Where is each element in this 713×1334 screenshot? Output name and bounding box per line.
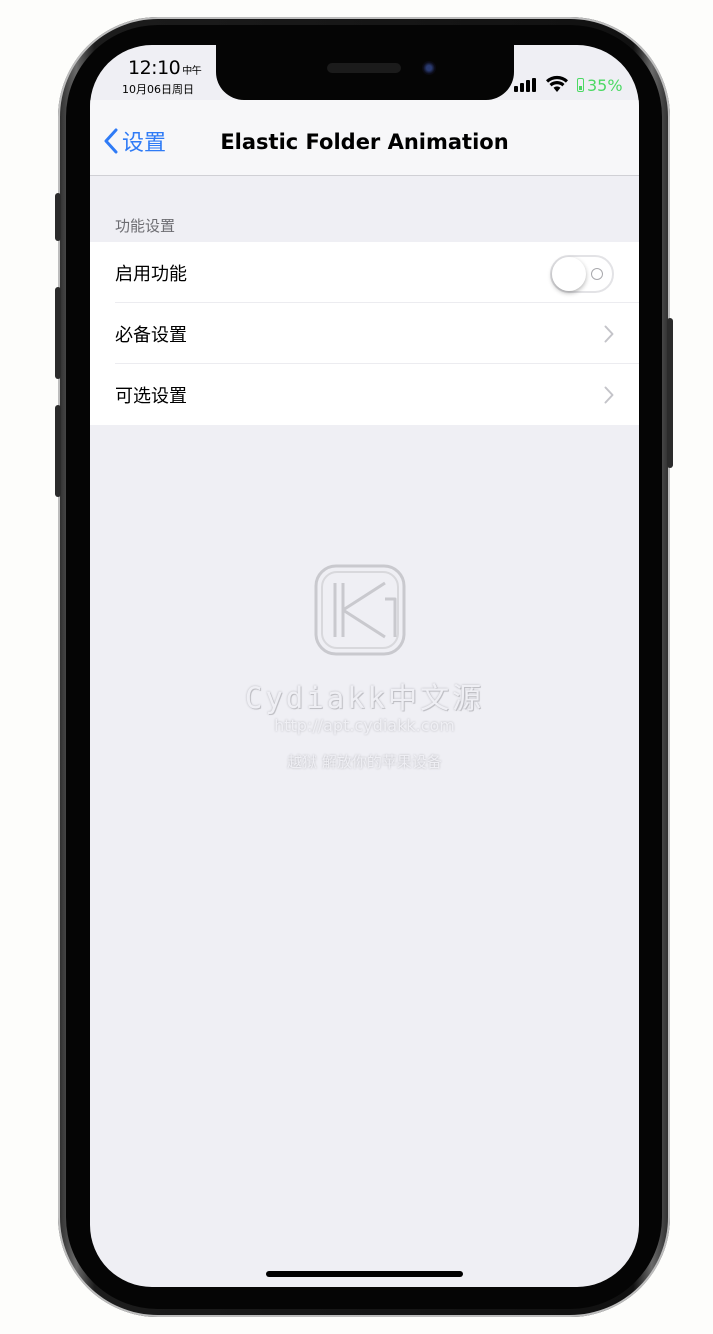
enable-feature-toggle[interactable] [550, 255, 614, 293]
section-header: 功能设置 [115, 217, 176, 235]
volume-up-button [55, 287, 61, 379]
watermark-slogan: 越狱 解放你的苹果设备 [287, 753, 442, 771]
toggle-off-indicator-icon [591, 268, 603, 280]
navigation-bar: 设置 Elastic Folder Animation [90, 100, 639, 176]
front-camera [422, 61, 436, 75]
chevron-right-icon [604, 386, 614, 404]
toggle-knob [552, 257, 586, 291]
row-label: 可选设置 [115, 385, 187, 407]
status-time: 12:10 中午 [128, 57, 202, 79]
notch [216, 45, 514, 100]
watermark-title: Cydiakk中文源 [244, 681, 485, 715]
earpiece-speaker [327, 63, 401, 73]
side-button [667, 318, 673, 468]
settings-group: 启用功能 必备设置 可选设置 [90, 242, 639, 425]
wifi-icon [546, 75, 568, 92]
row-label: 必备设置 [115, 324, 187, 346]
volume-down-button [55, 405, 61, 497]
cellular-signal-icon [514, 78, 538, 92]
battery-percentage: 35% [587, 76, 623, 95]
chevron-right-icon [604, 325, 614, 343]
battery-icon [577, 78, 584, 92]
page-title: Elastic Folder Animation [220, 130, 509, 154]
home-indicator[interactable] [266, 1271, 463, 1277]
mute-switch [55, 193, 61, 241]
optional-settings-row[interactable]: 可选设置 [90, 364, 639, 425]
status-date: 10月06日周日 [122, 83, 194, 96]
watermark-url: http://apt.cydiakk.com [274, 716, 455, 735]
required-settings-row[interactable]: 必备设置 [90, 303, 639, 364]
row-label: 启用功能 [115, 263, 187, 285]
enable-feature-row: 启用功能 [90, 242, 639, 303]
status-period: 中午 [182, 66, 202, 77]
screen: 12:10 中午 10月06日周日 35% 设置 Elastic Folder A… [90, 45, 639, 1287]
cydiakk-logo-icon [314, 564, 406, 656]
